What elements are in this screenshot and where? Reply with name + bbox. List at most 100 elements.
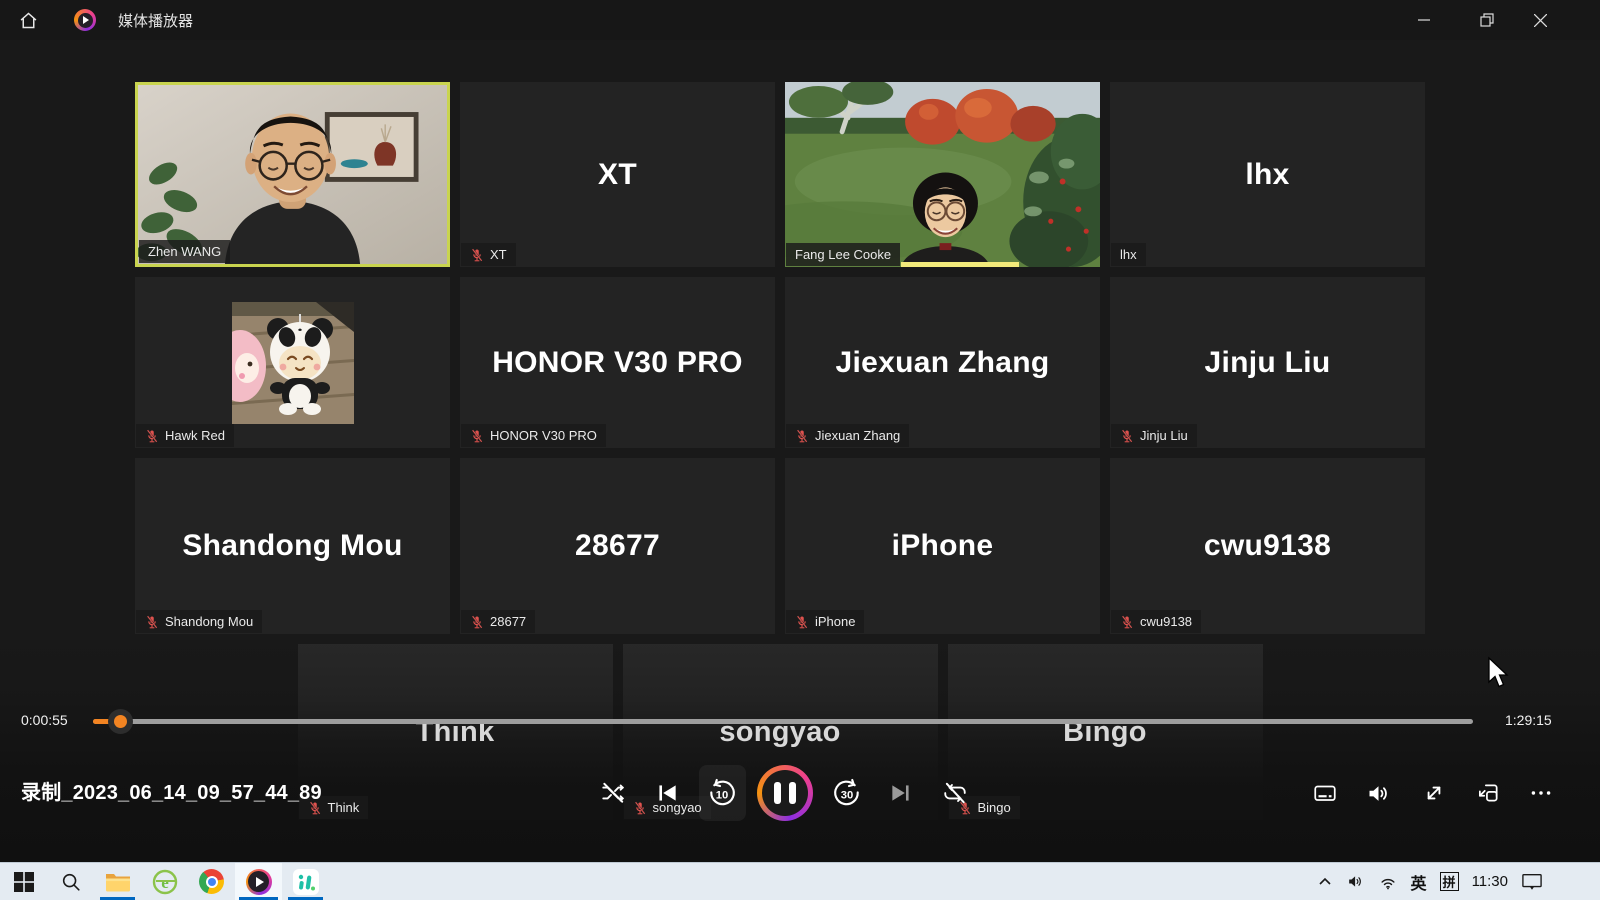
svg-text:10: 10 [716, 790, 729, 802]
repeat-button[interactable] [933, 771, 977, 815]
participant-label-text: lhx [1120, 247, 1137, 262]
app-title: 媒体播放器 [118, 10, 193, 31]
participant-name: XT [598, 158, 637, 192]
taskbar-chrome[interactable] [188, 863, 235, 900]
webcam-video-garden [785, 82, 1100, 267]
speaking-indicator [901, 262, 1019, 267]
shuffle-button[interactable] [591, 771, 635, 815]
subtitles-button[interactable] [1303, 771, 1347, 815]
ime-mode-indicator[interactable]: 拼 [1440, 872, 1459, 891]
muted-mic-icon [145, 429, 159, 443]
fullscreen-icon [1421, 780, 1447, 806]
taskbar-browser-e[interactable]: e [141, 863, 188, 900]
muted-mic-icon [1120, 615, 1134, 629]
panda-plush-avatar [232, 302, 354, 424]
previous-button[interactable] [645, 771, 689, 815]
close-icon [1534, 14, 1547, 27]
participant-tile-zhen-wang: Zhen WANG [135, 82, 450, 267]
total-time: 1:29:15 [1505, 712, 1552, 728]
media-title: 录制_2023_06_14_09_57_44_89 [21, 776, 322, 805]
taskbar: e 英 拼 11:30 [0, 862, 1600, 900]
participant-label-text: XT [490, 247, 507, 262]
subtitles-icon [1312, 780, 1338, 806]
participant-name: lhx [1245, 158, 1289, 192]
taskbar-teal-app[interactable] [282, 863, 329, 900]
next-button[interactable] [879, 771, 923, 815]
search-button[interactable] [47, 863, 94, 900]
shuffle-off-icon [600, 780, 626, 806]
start-button[interactable] [0, 863, 47, 900]
restore-button[interactable] [1463, 0, 1511, 40]
participant-tile-iphone: iPhoneiPhone [785, 458, 1100, 634]
mini-player-button[interactable] [1466, 771, 1510, 815]
muted-mic-icon [795, 615, 809, 629]
home-button[interactable] [8, 0, 48, 40]
participant-label-text: Think [328, 800, 360, 815]
participant-tile-28677: 28677 28677 [460, 458, 775, 634]
system-tray: 英 拼 11:30 [1317, 863, 1600, 900]
participant-label-text: Jinju Liu [1140, 428, 1188, 443]
action-center-icon[interactable] [1521, 872, 1543, 892]
participant-name: HONOR V30 PRO [492, 346, 743, 380]
volume-icon [1365, 780, 1392, 807]
close-button[interactable] [1516, 0, 1564, 40]
previous-track-icon [654, 780, 680, 806]
participant-label: lhx [1111, 243, 1146, 266]
svg-text:30: 30 [841, 790, 854, 802]
participant-label-text: 28677 [490, 614, 526, 629]
pause-button[interactable] [757, 765, 813, 821]
search-icon [60, 871, 82, 893]
ime-language-indicator[interactable]: 英 [1411, 870, 1427, 894]
repeat-off-icon [942, 780, 968, 806]
tray-expand-icon[interactable] [1317, 874, 1333, 890]
taskbar-file-explorer[interactable] [94, 863, 141, 900]
fullscreen-button[interactable] [1412, 771, 1456, 815]
video-surface[interactable]: Zhen WANG XT XT Fang Lee Cooke lhx lhx Hawk Re… [0, 40, 1600, 862]
media-player-logo-icon [74, 9, 96, 31]
chrome-icon [199, 869, 224, 894]
participant-name: 28677 [575, 529, 660, 563]
taskbar-media-player[interactable] [235, 863, 282, 900]
participant-name: iPhone [892, 529, 994, 563]
seek-bar[interactable] [93, 719, 1473, 724]
minimize-button[interactable] [1400, 0, 1448, 40]
next-track-icon [888, 780, 914, 806]
seek-thumb[interactable] [108, 709, 133, 734]
participant-label-text: Hawk Red [165, 428, 225, 443]
home-icon [18, 10, 39, 31]
forward-30-button[interactable]: 30 [825, 771, 869, 815]
participant-label-text: Bingo [978, 800, 1011, 815]
tray-wifi-icon[interactable] [1378, 872, 1398, 892]
tray-volume-icon[interactable] [1346, 872, 1365, 891]
participant-tile-lhx: lhx lhx [1110, 82, 1425, 267]
participant-tile-hawk-red: Hawk Red [135, 277, 450, 448]
participant-label: Fang Lee Cooke [786, 243, 900, 266]
participant-label: Hawk Red [136, 424, 234, 447]
participant-tile-honor-v30-pro: HONOR V30 PRO HONOR V30 PRO [460, 277, 775, 448]
participant-label-text: Shandong Mou [165, 614, 253, 629]
taskbar-clock[interactable]: 11:30 [1472, 873, 1508, 890]
participant-name: Jinju Liu [1204, 346, 1330, 380]
restore-icon [1480, 13, 1494, 27]
titlebar: 媒体播放器 [0, 0, 1600, 40]
forward-30-icon: 30 [832, 778, 862, 808]
muted-mic-icon [145, 615, 159, 629]
participant-label-text: Fang Lee Cooke [795, 247, 891, 262]
participant-row: Hawk Red HONOR V30 PRO HONOR V30 PRO Jiexua… [135, 277, 1425, 448]
participant-tile-fang-lee-cooke: Fang Lee Cooke [785, 82, 1100, 267]
windows-logo-icon [13, 871, 35, 893]
participant-tile-shandong-mou: Shandong MouShandong Mou [135, 458, 450, 634]
participant-label: HONOR V30 PRO [461, 424, 606, 447]
participant-tile-jiexuan-zhang: Jiexuan ZhangJiexuan Zhang [785, 277, 1100, 448]
more-button[interactable] [1519, 771, 1563, 815]
rewind-10-icon: 10 [707, 778, 737, 808]
participant-label: 28677 [461, 610, 535, 633]
muted-mic-icon [1120, 429, 1134, 443]
browser-e-icon: e [152, 869, 178, 895]
pause-icon [774, 782, 781, 804]
rewind-10-button[interactable]: 10 [700, 771, 744, 815]
more-icon [1528, 780, 1554, 806]
media-player-taskbar-icon [246, 869, 272, 895]
participant-label-text: cwu9138 [1140, 614, 1192, 629]
volume-button[interactable] [1356, 771, 1400, 815]
